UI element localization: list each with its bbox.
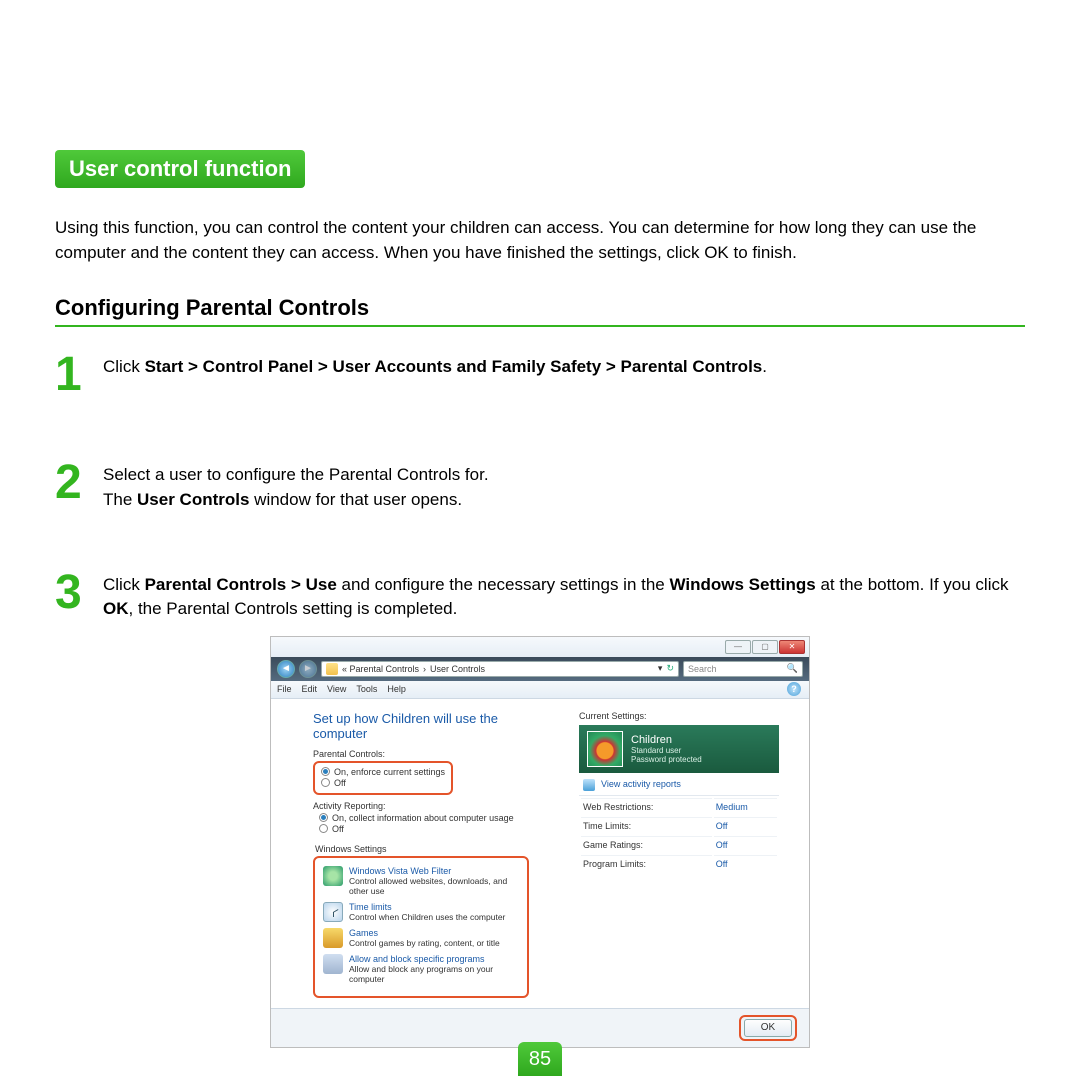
game-icon <box>323 928 343 948</box>
address-bar[interactable]: « Parental Controls › User Controls ▾ ↻ <box>321 661 679 677</box>
ws-item-webfilter[interactable]: Windows Vista Web FilterControl allowed … <box>321 864 521 900</box>
user-card: Children Standard user Password protecte… <box>579 725 779 773</box>
menu-edit[interactable]: Edit <box>302 684 318 694</box>
radio-icon <box>319 813 328 822</box>
step-body: Select a user to configure the Parental … <box>103 459 489 512</box>
radio-pc-on[interactable]: On, enforce current settings <box>321 767 445 777</box>
section-pill: User control function <box>55 150 305 188</box>
menu-tools[interactable]: Tools <box>356 684 377 694</box>
ws-item-timelimits[interactable]: Time limitsControl when Children uses th… <box>321 900 521 926</box>
step-number: 2 <box>55 459 87 512</box>
ws-group-label: Windows Settings <box>315 844 555 854</box>
menu-help[interactable]: Help <box>387 684 406 694</box>
pc-group-label: Parental Controls: <box>313 749 555 759</box>
settings-table: Web Restrictions:Medium Time Limits:Off … <box>579 796 779 874</box>
ar-group-label: Activity Reporting: <box>313 801 555 811</box>
chevron-down-icon[interactable]: ▾ <box>658 663 663 674</box>
menu-view[interactable]: View <box>327 684 346 694</box>
step-3: 3 Click Parental Controls > Use and conf… <box>55 569 1025 622</box>
table-row: Game Ratings:Off <box>581 836 777 853</box>
menu-bar: File Edit View Tools Help ? <box>271 681 809 699</box>
step-body: Click Parental Controls > Use and config… <box>103 569 1025 622</box>
panel-heading: Set up how Children will use the compute… <box>313 711 555 741</box>
nav-bar: ◄ ► « Parental Controls › User Controls … <box>271 657 809 681</box>
search-input[interactable]: Search 🔍 <box>683 661 803 677</box>
folder-icon <box>326 663 338 675</box>
table-row: Program Limits:Off <box>581 855 777 872</box>
highlight-box-ws: Windows Vista Web FilterControl allowed … <box>313 856 529 998</box>
ws-item-programs[interactable]: Allow and block specific programsAllow a… <box>321 952 521 988</box>
page-number: 85 <box>518 1042 562 1076</box>
clock-icon <box>323 902 343 922</box>
step-body: Click Start > Control Panel > User Accou… <box>103 351 767 399</box>
ws-item-games[interactable]: GamesControl games by rating, content, o… <box>321 926 521 952</box>
search-icon: 🔍 <box>787 663 798 674</box>
highlight-box-ok: OK <box>739 1015 797 1041</box>
table-row: Time Limits:Off <box>581 817 777 834</box>
forward-button[interactable]: ► <box>299 660 317 678</box>
ok-button[interactable]: OK <box>744 1019 792 1037</box>
user-name: Children <box>631 734 702 746</box>
globe-icon <box>323 866 343 886</box>
user-type: Standard user <box>631 746 702 755</box>
back-button[interactable]: ◄ <box>277 660 295 678</box>
maximize-button[interactable]: ▢ <box>752 640 778 654</box>
radio-icon <box>319 824 328 833</box>
step-2: 2 Select a user to configure the Parenta… <box>55 459 1025 512</box>
subsection-title: Configuring Parental Controls <box>55 295 1025 327</box>
minimize-button[interactable]: — <box>725 640 751 654</box>
table-row: Web Restrictions:Medium <box>581 798 777 815</box>
help-icon[interactable]: ? <box>787 682 801 696</box>
menu-file[interactable]: File <box>277 684 292 694</box>
radio-ar-on[interactable]: On, collect information about computer u… <box>319 813 555 823</box>
current-settings-label: Current Settings: <box>579 711 779 721</box>
dialog-footer: OK <box>271 1008 809 1047</box>
highlight-box: On, enforce current settings Off <box>313 761 453 795</box>
radio-pc-off[interactable]: Off <box>321 778 445 788</box>
refresh-icon[interactable]: ↻ <box>666 663 674 674</box>
view-reports-link[interactable]: View activity reports <box>579 773 779 796</box>
step-number: 3 <box>55 569 87 622</box>
radio-icon <box>321 767 330 776</box>
embedded-screenshot: — ▢ ✕ ◄ ► « Parental Controls › User Con… <box>270 636 810 1048</box>
step-number: 1 <box>55 351 87 399</box>
user-pw: Password protected <box>631 755 702 764</box>
step-1: 1 Click Start > Control Panel > User Acc… <box>55 351 1025 399</box>
radio-ar-off[interactable]: Off <box>319 824 555 834</box>
close-button[interactable]: ✕ <box>779 640 805 654</box>
intro-paragraph: Using this function, you can control the… <box>55 216 1025 265</box>
window-titlebar: — ▢ ✕ <box>271 637 809 657</box>
radio-icon <box>321 778 330 787</box>
avatar <box>587 731 623 767</box>
program-icon <box>323 954 343 974</box>
